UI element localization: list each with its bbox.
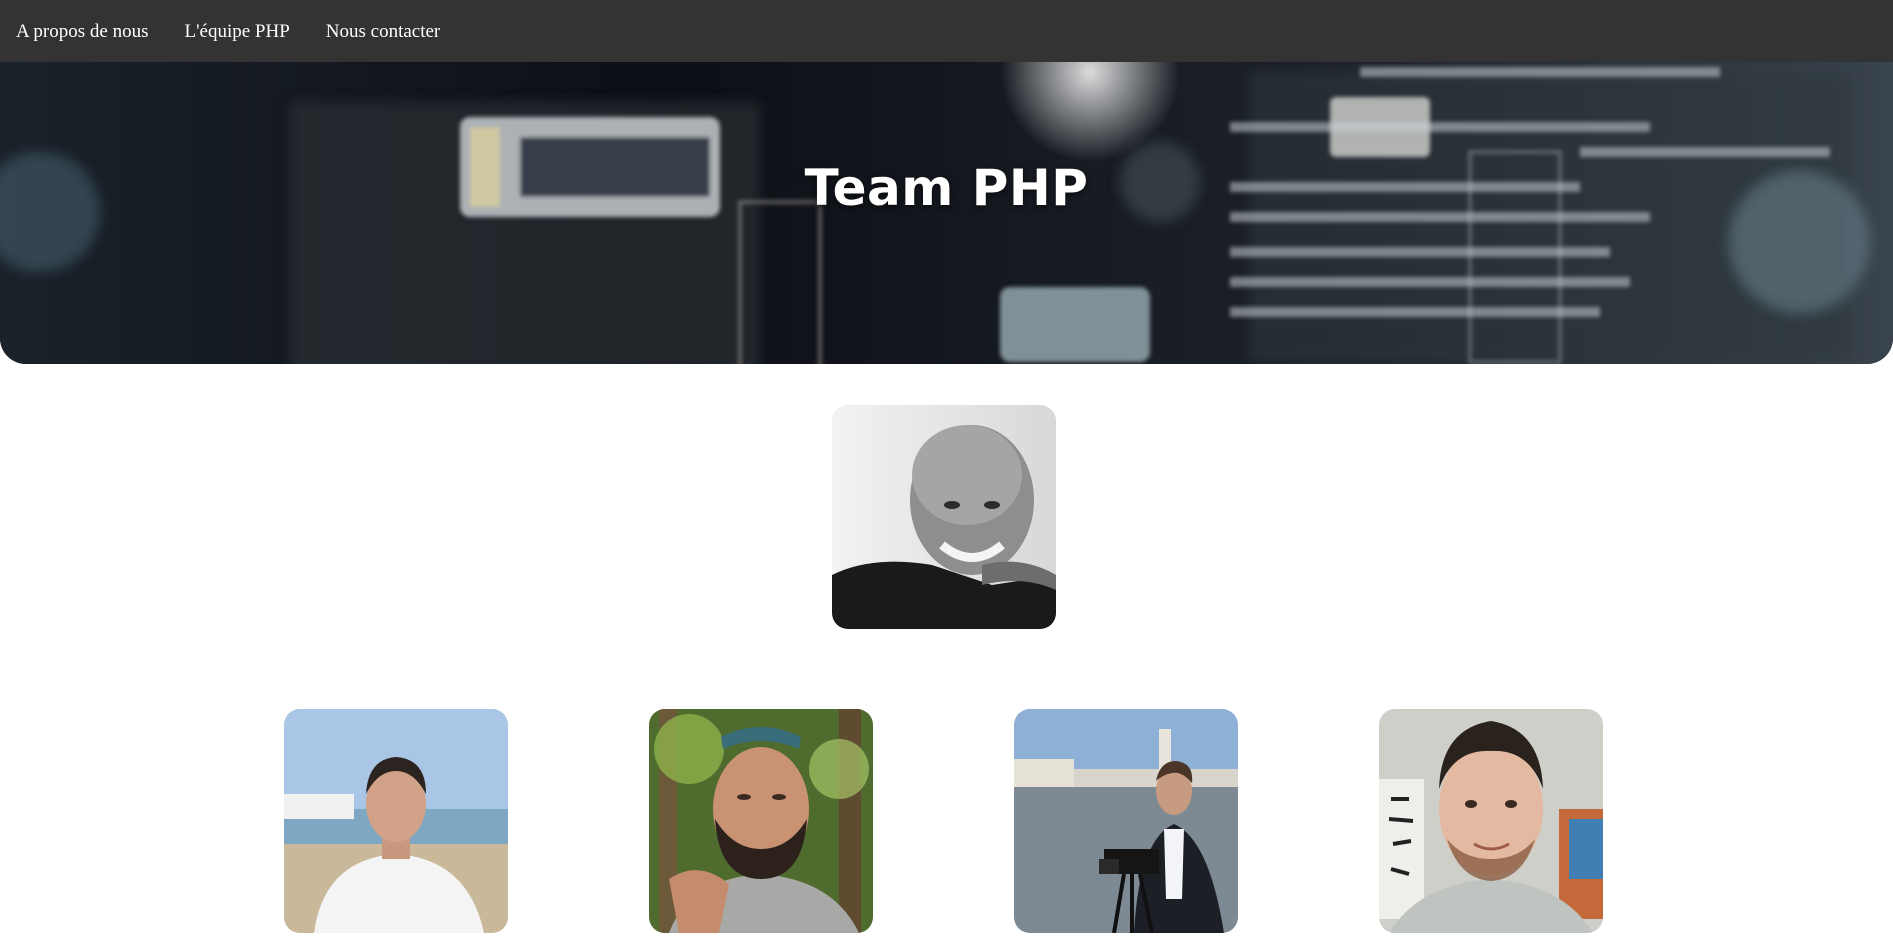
portrait-man-indoor [1379,709,1603,933]
team-member-photo-3 [1014,709,1238,933]
nav-link-about[interactable]: A propos de nous [16,22,148,41]
hero-title: Team PHP [804,159,1089,217]
portrait-young-man-beach [284,709,508,933]
hero-banner: Team PHP [0,62,1893,364]
team-member-photo-1 [284,709,508,933]
portrait-bearded-man-forest [649,709,873,933]
team-member-photo-4 [1379,709,1603,933]
top-navbar: A propos de nous L'équipe PHP Nous conta… [0,0,1893,62]
team-member-photo-2 [649,709,873,933]
nav-link-contact[interactable]: Nous contacter [326,22,440,41]
team-lead-photo [832,405,1056,629]
nav-link-team[interactable]: L'équipe PHP [184,22,289,41]
portrait-man-camera-harbor [1014,709,1238,933]
portrait-bald-man-bw [832,405,1056,629]
